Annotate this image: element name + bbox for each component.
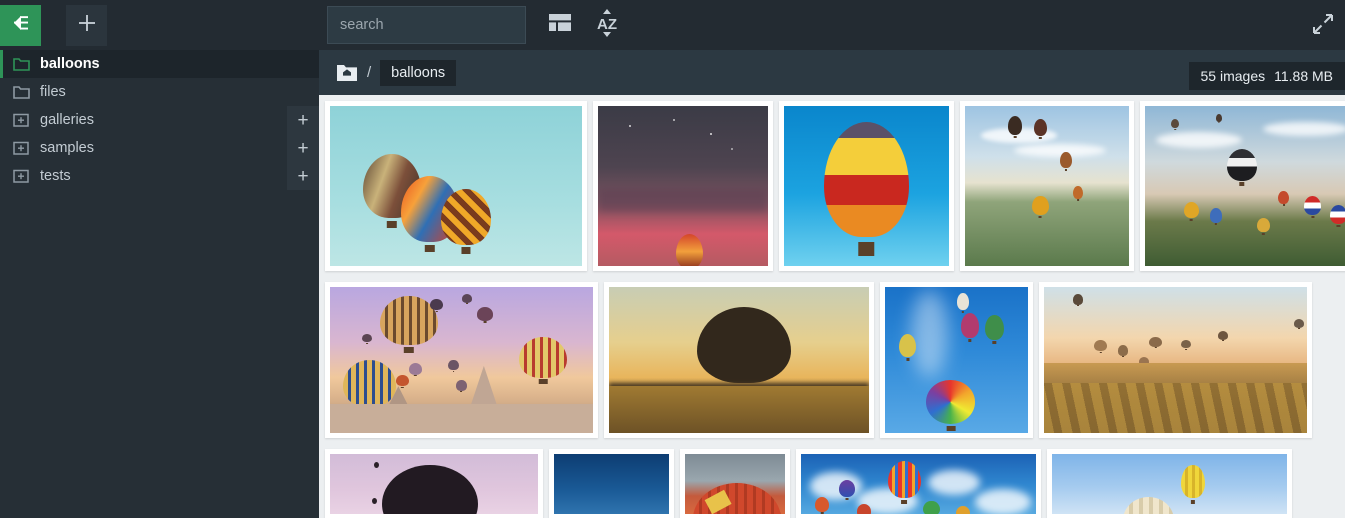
sort-button[interactable]: AZ bbox=[590, 8, 624, 42]
gallery-item[interactable] bbox=[1140, 101, 1345, 271]
thumbnail-balloon-at-dusk-pink-clouds bbox=[598, 106, 768, 266]
thumbnail-aerial-view-balloons-over-city bbox=[965, 106, 1129, 266]
home-folder-icon[interactable] bbox=[336, 63, 358, 82]
sidebar-item-files[interactable]: files bbox=[0, 78, 319, 106]
thumbnail-dark-balloon-lilac-sky bbox=[330, 454, 538, 514]
sidebar-item-label: balloons bbox=[40, 55, 100, 72]
sidebar-item-label: samples bbox=[40, 139, 94, 156]
sidebar-item-galleries[interactable]: galleries + bbox=[0, 106, 319, 134]
gallery-row bbox=[325, 282, 1345, 449]
sidebar-item-tests[interactable]: tests + bbox=[0, 162, 319, 190]
gallery-item[interactable] bbox=[325, 449, 543, 518]
folder-expand-icon[interactable] bbox=[12, 139, 30, 157]
folder-expand-icon[interactable] bbox=[12, 167, 30, 185]
gallery-item[interactable] bbox=[325, 282, 598, 438]
gallery-item[interactable] bbox=[880, 282, 1033, 438]
gallery-item[interactable] bbox=[1047, 449, 1292, 518]
sidebar-folder-tree: balloons files galleries + samples + tes… bbox=[0, 50, 319, 518]
thumbnail-balloons-over-golden-valley bbox=[1044, 287, 1307, 433]
collapse-sidebar-button[interactable] bbox=[0, 4, 41, 46]
gallery-item[interactable] bbox=[325, 101, 587, 271]
sidebar-add-samples-button[interactable]: + bbox=[287, 134, 319, 162]
layout-toggle-button[interactable] bbox=[543, 9, 577, 41]
sidebar-item-balloons[interactable]: balloons bbox=[0, 50, 319, 78]
gallery-item[interactable] bbox=[960, 101, 1134, 271]
sidebar-item-label: files bbox=[40, 83, 66, 100]
gallery-item[interactable] bbox=[779, 101, 954, 271]
image-grid bbox=[319, 95, 1345, 518]
add-button[interactable] bbox=[66, 4, 107, 46]
gallery-row bbox=[325, 101, 1345, 282]
thumbnail-balloons-over-mesa-landscape bbox=[1145, 106, 1345, 266]
folder-icon bbox=[12, 83, 30, 101]
thumbnail-cream-and-yellow-balloons bbox=[1052, 454, 1287, 514]
expand-button[interactable] bbox=[1306, 10, 1340, 42]
image-count: 55 images bbox=[1200, 68, 1266, 84]
search-input[interactable] bbox=[327, 6, 526, 44]
layout-grid-icon bbox=[549, 14, 571, 36]
top-toolbar: AZ bbox=[0, 0, 1345, 50]
sort-az-icon: AZ bbox=[594, 8, 620, 42]
svg-text:AZ: AZ bbox=[597, 16, 617, 33]
folder-icon bbox=[12, 55, 30, 73]
thumbnail-navy-blue-sky-balloon bbox=[554, 454, 669, 514]
gallery-item[interactable] bbox=[604, 282, 874, 438]
gallery-item[interactable] bbox=[796, 449, 1041, 518]
thumbnail-cappadocia-rock-formations-balloons bbox=[330, 287, 593, 433]
sidebar-item-label: galleries bbox=[40, 111, 94, 128]
thumbnail-rainbow-balloon-deep-blue-sky bbox=[885, 287, 1028, 433]
plus-icon bbox=[78, 14, 96, 37]
arrow-left-collapse-icon bbox=[10, 14, 32, 37]
thumbnail-many-balloons-among-clouds bbox=[801, 454, 1036, 514]
gallery-item[interactable] bbox=[593, 101, 773, 271]
thumbnail-yellow-red-balloon-blue-sky bbox=[784, 106, 949, 266]
gallery-item[interactable] bbox=[680, 449, 790, 518]
gallery-item[interactable] bbox=[1039, 282, 1312, 438]
sidebar-item-label: tests bbox=[40, 167, 71, 184]
folder-expand-icon[interactable] bbox=[12, 111, 30, 129]
breadcrumb-separator: / bbox=[367, 64, 372, 81]
thumbnail-three-colorful-balloons-teal-sky bbox=[330, 106, 582, 266]
status-badge: 55 images 11.88 MB bbox=[1188, 62, 1345, 90]
expand-arrows-icon bbox=[1311, 12, 1335, 41]
breadcrumb-current[interactable]: balloons bbox=[380, 59, 457, 86]
thumbnail-red-balloon-closeup bbox=[685, 454, 785, 514]
thumbnail-silhouette-balloon-at-sunrise bbox=[609, 287, 869, 433]
sidebar-add-galleries-button[interactable]: + bbox=[287, 106, 319, 134]
sidebar-item-samples[interactable]: samples + bbox=[0, 134, 319, 162]
gallery-item[interactable] bbox=[549, 449, 674, 518]
sidebar-add-tests-button[interactable]: + bbox=[287, 162, 319, 190]
total-size: 11.88 MB bbox=[1274, 68, 1333, 84]
gallery-row bbox=[325, 449, 1345, 518]
